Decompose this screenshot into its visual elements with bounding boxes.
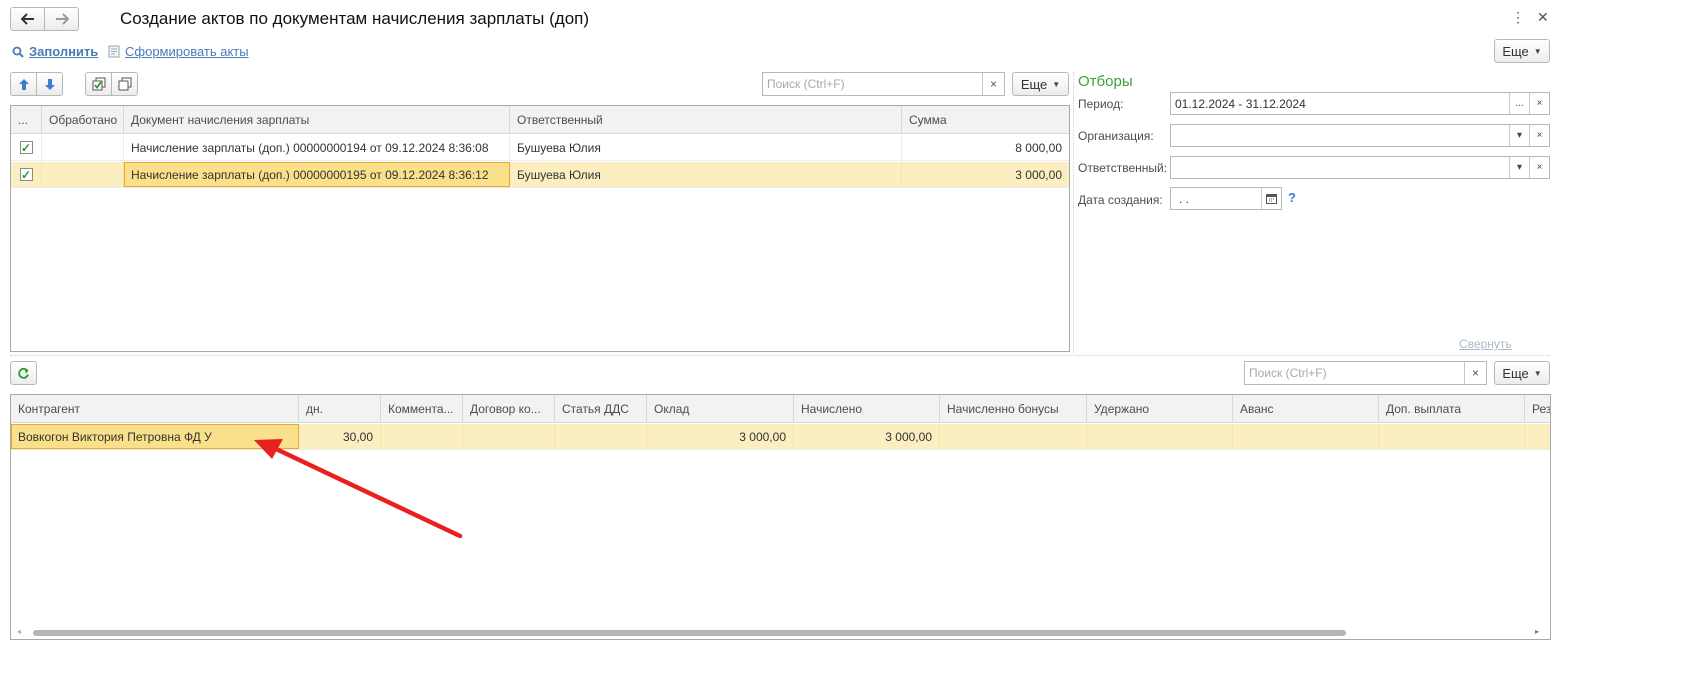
annotation-arrow [254, 439, 463, 539]
annotation-arrow-line [271, 445, 463, 539]
